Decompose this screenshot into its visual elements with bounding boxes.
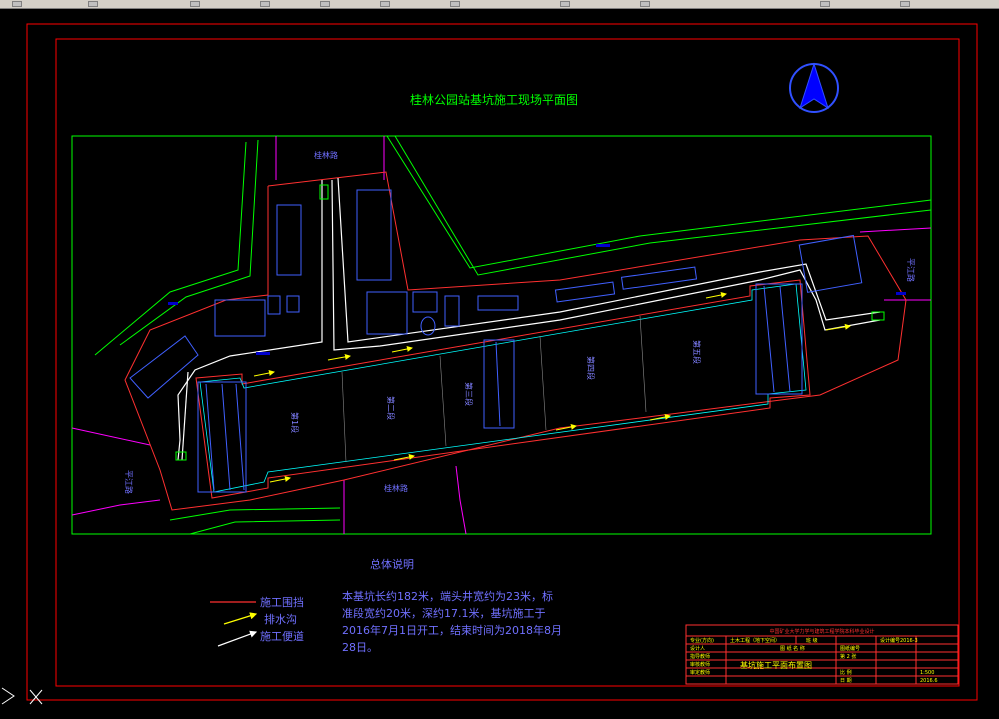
north-arrow-icon xyxy=(789,62,839,113)
notes-line: 2016年7月1日开工，结束时间为2018年8月 xyxy=(342,623,562,637)
title-block: 中国矿业大学力学与建筑工程学院本科毕业设计 专业(方向) 土木工程（地下空间） … xyxy=(685,624,959,685)
road-label-left: 平江路 xyxy=(124,470,134,494)
toolbar-button[interactable] xyxy=(12,1,22,7)
toolbar-button[interactable] xyxy=(450,1,460,7)
toolbar-button[interactable] xyxy=(640,1,650,7)
pit-section-label: 第三段 xyxy=(464,382,474,406)
road-label-top: 桂林路 xyxy=(314,150,338,160)
ucs-icon xyxy=(1,687,43,705)
toolbar-button[interactable] xyxy=(560,1,570,7)
site-buildings xyxy=(129,184,885,461)
tb-cell: 审核教师 xyxy=(690,661,710,668)
toolbar-button[interactable] xyxy=(88,1,98,7)
tb-cell: 土木工程（地下空间） xyxy=(730,637,780,644)
legend-label: 排水沟 xyxy=(264,612,297,626)
tb-cell: 日 期 xyxy=(840,678,852,684)
pit-section-label: 第二段 xyxy=(386,396,396,420)
tb-cell: 班 级 xyxy=(806,637,818,644)
label-bars xyxy=(168,244,906,355)
end-well-sheds xyxy=(197,283,803,493)
tb-cell: 设计人 xyxy=(690,645,705,652)
toolbar-button[interactable] xyxy=(820,1,830,7)
notes-line: 28日。 xyxy=(342,641,378,654)
tb-cell: 图纸编号 xyxy=(840,645,860,652)
tb-cell: 第 2 张 xyxy=(840,653,856,660)
drawing-title: 桂林公园站基坑施工现场平面图 xyxy=(410,92,578,107)
tb-cell: 设计编号2016-3 xyxy=(880,637,918,644)
legend-label: 施工便道 xyxy=(260,629,304,643)
cad-drawing[interactable]: 桂林公园站基坑施工现场平面图 桂林路 桂林路 平江路 平江路 第1段 第二段 第… xyxy=(0,9,999,715)
drawing-name: 基坑施工平面布置图 xyxy=(740,660,812,670)
legend-drain-swatch xyxy=(223,612,258,625)
tb-cell: 专业(方向) xyxy=(690,637,714,644)
legend: 施工围挡 排水沟 施工便道 xyxy=(210,595,304,647)
toolbar-button[interactable] xyxy=(320,1,330,7)
tb-cell: 比 例 xyxy=(840,669,852,676)
toolbar-button[interactable] xyxy=(380,1,390,7)
pit-section-label: 第1段 xyxy=(290,412,300,433)
notes-heading: 总体说明 xyxy=(370,557,414,571)
tb-cell: 1:500 xyxy=(920,670,934,676)
tb-cell: 2016.6 xyxy=(920,678,938,684)
legend-label: 施工围挡 xyxy=(260,595,304,609)
toolbar-button[interactable] xyxy=(900,1,910,7)
cad-toolbar xyxy=(0,0,999,9)
construction-road xyxy=(177,177,881,461)
road-label-bottom: 桂林路 xyxy=(384,483,408,493)
pit-section-label: 第四段 xyxy=(586,356,596,380)
notes-line: 准段宽约20米，深约17.1米，基坑施工于 xyxy=(342,606,546,620)
toolbar-button[interactable] xyxy=(190,1,200,7)
notes-line: 本基坑长约182米，端头井宽约为23米，标 xyxy=(342,589,553,603)
road-label-right: 平江路 xyxy=(906,258,916,282)
tb-cell: 审定教师 xyxy=(690,669,710,676)
pit-section-label: 第五段 xyxy=(692,340,702,364)
drawing-canvas[interactable]: 桂林公园站基坑施工现场平面图 桂林路 桂林路 平江路 平江路 第1段 第二段 第… xyxy=(0,9,999,715)
tb-cell: 图 纸 名 称 xyxy=(780,645,805,652)
drainage-arrows xyxy=(253,292,851,483)
legend-road-swatch xyxy=(217,630,258,647)
road-outlines xyxy=(94,135,932,535)
tb-cell: 指导教师 xyxy=(690,653,710,660)
title-block-header: 中国矿业大学力学与建筑工程学院本科毕业设计 xyxy=(769,628,874,635)
foundation-pit xyxy=(195,279,811,499)
toolbar-button[interactable] xyxy=(260,1,270,7)
